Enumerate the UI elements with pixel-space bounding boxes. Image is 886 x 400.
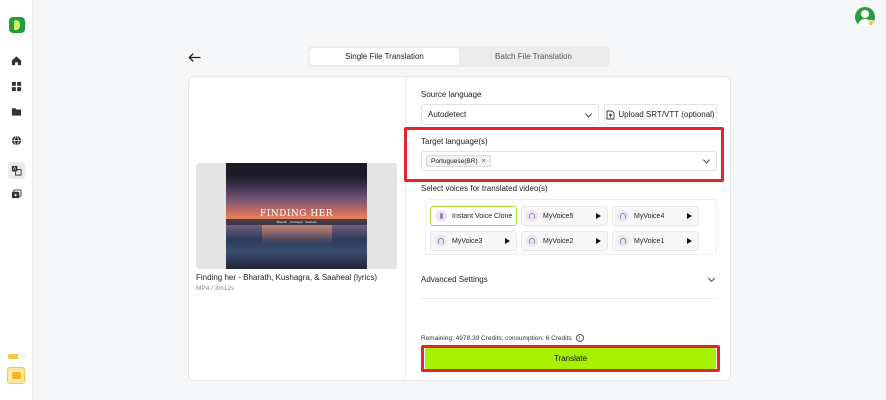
video-file-meta: MP4 / 3m12s (196, 285, 235, 292)
credits-info: Remaining: 4978.39 Credits; consumption:… (421, 334, 584, 342)
sidebar: A (0, 0, 33, 400)
target-language-tag[interactable]: Portuguese(BR) × (426, 155, 491, 167)
thumbnail-subtitle: Bharath · Kushagra · Saaheal (276, 220, 317, 224)
advanced-settings-toggle[interactable]: Advanced Settings (421, 275, 488, 284)
file-upload-icon (606, 110, 615, 119)
voice-option-myvoice1[interactable]: MyVoice1 (612, 231, 699, 251)
app-logo[interactable] (9, 17, 25, 33)
voices-grid: Instant Voice Clone MyVoice5 MyVoice4 My… (425, 199, 717, 255)
headphones-icon (617, 235, 629, 247)
target-language-label: Target language(s) (421, 137, 488, 146)
play-icon[interactable] (505, 238, 510, 244)
home-icon[interactable] (9, 53, 23, 67)
dashboard-grid-icon[interactable] (9, 79, 23, 93)
voices-label: Select voices for translated video(s) (421, 184, 548, 193)
svg-text:A: A (13, 166, 16, 171)
tab-single-file[interactable]: Single File Translation (310, 48, 459, 65)
user-avatar[interactable] (855, 7, 875, 27)
play-icon[interactable] (596, 213, 601, 219)
microphone-icon (435, 210, 447, 222)
globe-icon[interactable] (9, 133, 23, 147)
remove-tag-icon[interactable]: × (482, 158, 486, 165)
section-divider (421, 298, 719, 299)
video-file-name: Finding her - Bharath, Kushagra, & Saahe… (196, 273, 377, 282)
translate-button[interactable]: Translate (425, 348, 716, 369)
play-icon[interactable] (596, 238, 601, 244)
chevron-down-icon (702, 156, 711, 164)
headphones-icon (526, 210, 538, 222)
headphones-icon (617, 210, 629, 222)
play-icon[interactable] (687, 213, 692, 219)
play-icon[interactable] (687, 238, 692, 244)
info-icon[interactable]: i (575, 334, 584, 342)
voice-option-myvoice3[interactable]: MyVoice3 (430, 231, 517, 251)
thumbnail-title: FINDING HER (259, 209, 334, 219)
voice-option-instant-clone[interactable]: Instant Voice Clone (430, 206, 517, 226)
source-language-label: Source language (421, 90, 482, 99)
voice-option-myvoice4[interactable]: MyVoice4 (612, 206, 699, 226)
source-language-value: Autodetect (428, 110, 467, 119)
headphones-icon (435, 235, 447, 247)
video-thumbnail[interactable]: FINDING HER Bharath · Kushagra · Saaheal (226, 163, 367, 269)
back-arrow-icon[interactable] (186, 50, 202, 64)
translation-mode-tabs: Single File Translation Batch File Trans… (308, 46, 610, 67)
panel-divider (405, 77, 406, 380)
folder-icon[interactable] (9, 104, 23, 118)
credits-wallet-icon[interactable] (7, 367, 25, 384)
upload-subtitles-label: Upload SRT/VTT (optional) (618, 110, 715, 119)
usage-bar (8, 354, 25, 359)
translate-icon[interactable]: A (8, 162, 25, 179)
video-add-icon[interactable] (9, 187, 23, 201)
target-language-tag-label: Portuguese(BR) (431, 157, 478, 165)
target-language-select[interactable]: Portuguese(BR) × (421, 151, 717, 171)
credits-text: Remaining: 4978.39 Credits; consumption:… (421, 334, 572, 342)
source-language-select[interactable]: Autodetect (421, 104, 599, 125)
voice-option-myvoice2[interactable]: MyVoice2 (521, 231, 608, 251)
tab-batch-file[interactable]: Batch File Translation (459, 48, 608, 65)
chevron-down-icon (584, 109, 593, 118)
headphones-icon (526, 235, 538, 247)
voice-option-myvoice5[interactable]: MyVoice5 (521, 206, 608, 226)
upload-subtitles-button[interactable]: Upload SRT/VTT (optional) (604, 104, 717, 125)
